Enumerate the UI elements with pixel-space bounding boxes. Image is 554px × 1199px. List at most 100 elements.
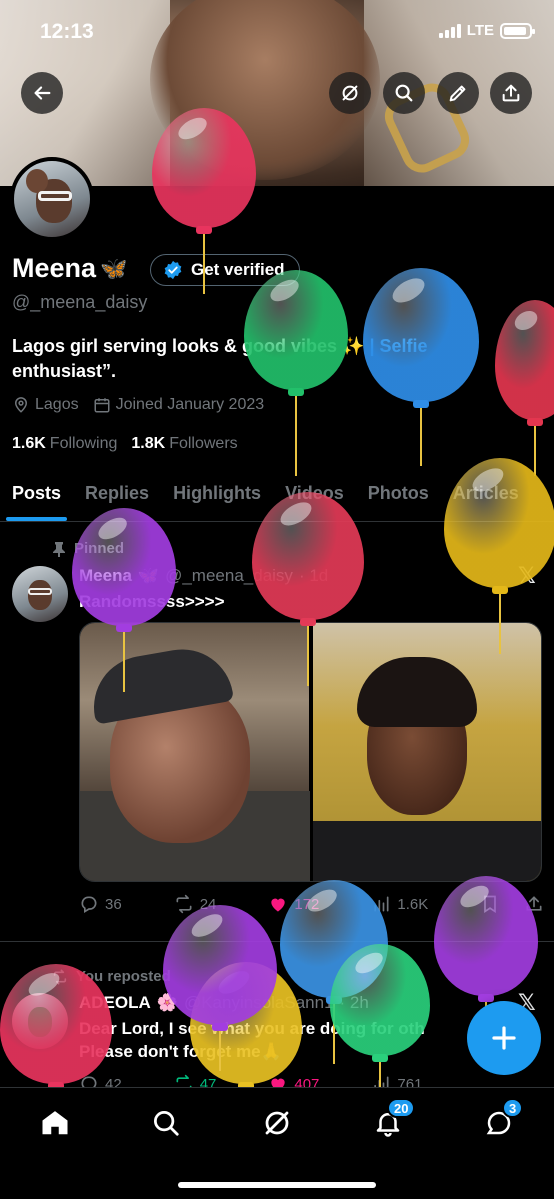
profile-name: Meena 🦋	[12, 253, 127, 284]
battery-icon	[500, 22, 535, 39]
home-indicator	[178, 1182, 376, 1188]
messages-badge: 3	[502, 1098, 524, 1118]
share-icon	[526, 896, 542, 911]
post-photo-1[interactable]	[80, 623, 310, 881]
get-verified-button[interactable]: Get verified	[150, 254, 300, 286]
author-emoji: 🌸	[156, 993, 178, 1012]
share-button[interactable]	[490, 72, 532, 114]
grok-icon	[342, 85, 358, 101]
like-count: 172	[294, 895, 320, 913]
follow-stats: 1.6K Following 1.8K Followers	[12, 435, 238, 453]
edit-icon	[449, 85, 466, 102]
nav-notifications[interactable]: 20	[371, 1098, 416, 1140]
reply-count: 36	[105, 895, 122, 913]
nav-home[interactable]	[38, 1106, 72, 1140]
reply-icon	[81, 896, 97, 913]
post-author-handle[interactable]: @_meena_daisy	[165, 566, 293, 586]
search-icon	[395, 84, 413, 102]
nav-search[interactable]	[149, 1106, 183, 1140]
bio-link[interactable]: | Selfie	[364, 336, 427, 356]
following-link[interactable]: 1.6K Following	[12, 435, 117, 453]
share-icon	[502, 84, 520, 102]
pinned-indicator: Pinned	[52, 540, 124, 557]
following-count: 1.6K	[12, 435, 46, 452]
calendar-icon	[94, 398, 110, 413]
reply-button[interactable]: 36	[79, 894, 122, 914]
followers-link[interactable]: 1.8K Followers	[131, 435, 237, 453]
home-icon	[42, 1111, 68, 1135]
repost-indicator: You reposted	[52, 968, 171, 985]
plus-icon	[492, 1026, 516, 1050]
grok-button[interactable]	[329, 72, 371, 114]
back-arrow-icon	[34, 86, 51, 100]
post-avatar[interactable]	[12, 566, 68, 622]
post-photo-2[interactable]	[312, 623, 541, 881]
tab-videos[interactable]: Videos	[273, 470, 356, 521]
view-count: 1.6K	[397, 895, 429, 913]
notifications-badge: 20	[387, 1098, 416, 1118]
post-header: ADEOLA 🌸 @KanyinsolaSann1 · 2h	[79, 993, 369, 1013]
post-text-line2: Please don't forget me🙏	[79, 1042, 282, 1061]
signal-icon	[438, 23, 461, 38]
edit-button[interactable]	[437, 72, 479, 114]
bookmark-button[interactable]	[480, 894, 500, 914]
tab-highlights[interactable]: Highlights	[161, 470, 273, 521]
repost-count: 24	[199, 895, 217, 913]
x-logo-icon: 𝕏	[518, 563, 536, 588]
nav-messages[interactable]: 3	[482, 1098, 524, 1140]
back-button[interactable]	[21, 72, 63, 114]
post-time: · 2h	[339, 993, 369, 1012]
post-text-line1: Dear Lord, I see what you are doing for …	[79, 1019, 425, 1038]
profile-handle: @_meena_daisy	[12, 292, 148, 312]
share-post-button[interactable]	[524, 894, 544, 914]
post-divider	[0, 941, 554, 942]
tab-posts[interactable]: Posts	[0, 470, 73, 521]
post-author-handle[interactable]: @KanyinsolaSann1	[184, 993, 334, 1013]
verified-badge-icon	[164, 260, 182, 280]
search-icon	[154, 1111, 179, 1136]
post-header: Meena 🦋 @_meena_daisy · 1d	[79, 566, 328, 586]
tab-photos[interactable]: Photos	[356, 470, 441, 521]
like-button[interactable]: 172	[268, 894, 319, 914]
pin-icon	[53, 541, 65, 557]
bookmark-icon	[484, 895, 497, 914]
following-label: Following	[49, 435, 118, 452]
location-label: Lagos	[35, 396, 79, 413]
network-label: LTE	[466, 22, 494, 39]
nav-grok[interactable]	[260, 1106, 294, 1140]
compose-button[interactable]	[467, 1001, 541, 1075]
profile-meta: Lagos Joined January 2023	[12, 396, 264, 414]
post-author-name[interactable]: Meena	[79, 566, 132, 586]
grok-icon	[265, 1111, 289, 1135]
get-verified-label: Get verified	[191, 260, 285, 279]
profile-tabs: Posts Replies Highlights Videos Photos A…	[0, 470, 554, 522]
followers-count: 1.8K	[131, 435, 166, 452]
butterfly-emoji: 🦋	[100, 255, 128, 281]
post-text: Randomssss>>>>	[79, 592, 225, 611]
views-button[interactable]: 1.6K	[371, 894, 428, 914]
profile-name-text: Meena	[12, 253, 97, 283]
status-time: 12:13	[40, 20, 94, 43]
bio-text-line2: enthusiast”.	[12, 361, 117, 381]
repost-button[interactable]: 24	[174, 894, 217, 914]
followers-label: Followers	[169, 435, 238, 452]
joined-label: Joined January 2023	[115, 396, 265, 413]
tab-replies[interactable]: Replies	[73, 470, 161, 521]
profile-avatar[interactable]	[10, 157, 94, 241]
views-icon	[374, 896, 389, 912]
repost-icon	[53, 969, 67, 984]
post-actions: 36 24 172 1.6K	[79, 894, 542, 914]
repost-icon	[176, 894, 192, 914]
bio-text: Lagos girl serving looks & good vibes ✨	[12, 336, 365, 356]
post-author-name[interactable]: ADEOLA	[79, 993, 151, 1013]
post-media[interactable]	[79, 622, 542, 882]
status-indicators: LTE	[438, 22, 535, 39]
pinned-label: Pinned	[74, 540, 125, 557]
tab-articles[interactable]: Articles	[441, 470, 531, 521]
author-emoji: 🦋	[137, 566, 160, 585]
location-icon	[14, 397, 28, 413]
post-avatar[interactable]	[12, 993, 68, 1049]
balloon	[495, 300, 554, 480]
search-button[interactable]	[383, 72, 425, 114]
profile-bio: Lagos girl serving looks & good vibes ✨ …	[12, 334, 532, 384]
